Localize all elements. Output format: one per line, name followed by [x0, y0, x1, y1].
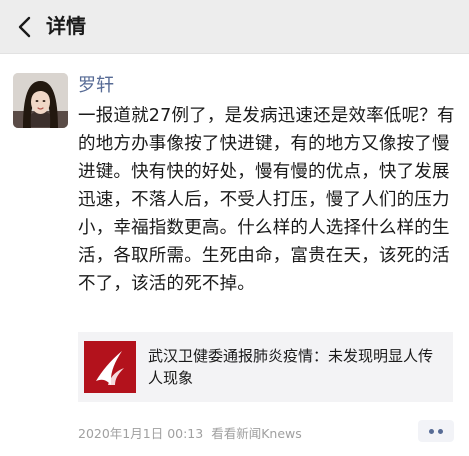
avatar[interactable]	[13, 73, 68, 128]
back-arrow-icon	[18, 16, 31, 38]
author-name[interactable]: 罗轩	[78, 74, 114, 98]
post-timestamp: 2020年1月1日 00:13	[78, 426, 204, 441]
post-meta: 2020年1月1日 00:13 看看新闻Knews	[78, 425, 302, 443]
link-thumbnail	[84, 341, 136, 393]
shared-link-card[interactable]: 武汉卫健委通报肺炎疫情：未发现明显人传人现象	[78, 332, 453, 402]
moments-detail-page: 详情 罗轩 一报道就27例了，是发病迅速还是效率低呢？有的地方办事像按了快进键，…	[0, 0, 469, 456]
user-avatar-image	[13, 73, 68, 128]
back-button[interactable]	[8, 10, 40, 44]
post-source: 看看新闻Knews	[211, 426, 302, 441]
more-dots-icon	[429, 428, 434, 434]
more-dots-icon	[438, 428, 443, 434]
nav-header: 详情	[0, 0, 469, 54]
red-swoosh-logo-icon	[84, 341, 136, 393]
more-button[interactable]	[418, 420, 454, 442]
post-body-text: 一报道就27例了，是发病迅速还是效率低呢？有的地方办事像按了快进键，有的地方又像…	[78, 106, 455, 294]
page-title: 详情	[46, 14, 86, 38]
link-title: 武汉卫健委通报肺炎疫情：未发现明显人传人现象	[148, 347, 434, 387]
